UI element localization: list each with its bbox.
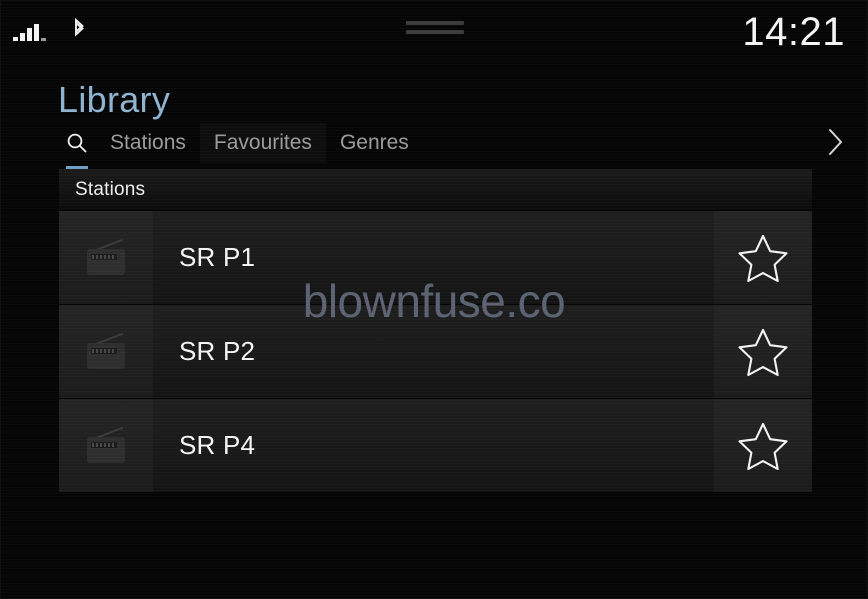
page-title: Library bbox=[58, 79, 171, 120]
search-icon bbox=[67, 133, 87, 153]
station-icon-cell bbox=[59, 211, 153, 304]
star-outline-icon bbox=[738, 328, 788, 376]
tab-search[interactable] bbox=[58, 123, 96, 169]
tab-stations[interactable]: Stations bbox=[96, 123, 200, 163]
tab-genres[interactable]: Genres bbox=[326, 123, 423, 163]
stations-list-panel: Stations SR P1 SR P2 SR P4 bbox=[59, 169, 812, 494]
status-clock: 14:21 bbox=[742, 10, 845, 54]
favourite-toggle[interactable] bbox=[714, 305, 812, 398]
list-section-title: Stations bbox=[75, 178, 146, 200]
list-section-header: Stations bbox=[59, 169, 812, 211]
favourite-toggle[interactable] bbox=[714, 399, 812, 492]
signal-bars-icon bbox=[13, 21, 46, 41]
station-name-cell: SR P4 bbox=[153, 399, 714, 492]
radio-icon bbox=[87, 238, 125, 275]
station-icon-cell bbox=[59, 305, 153, 398]
station-name-cell: SR P2 bbox=[153, 305, 714, 398]
table-row[interactable]: SR P4 bbox=[59, 399, 812, 492]
tab-bar: Stations Favourites Genres bbox=[58, 121, 423, 169]
chevron-right-icon[interactable] bbox=[825, 125, 847, 159]
tab-favourites[interactable]: Favourites bbox=[199, 123, 326, 163]
station-name: SR P1 bbox=[179, 242, 256, 272]
table-row[interactable]: SR P1 bbox=[59, 211, 812, 305]
station-name-cell: SR P1 bbox=[153, 211, 714, 304]
star-outline-icon bbox=[738, 234, 788, 282]
favourite-toggle[interactable] bbox=[714, 211, 812, 304]
station-name: SR P4 bbox=[179, 430, 256, 460]
radio-icon bbox=[87, 426, 125, 463]
drag-handle-icon[interactable] bbox=[406, 21, 464, 34]
station-icon-cell bbox=[59, 399, 153, 492]
star-outline-icon bbox=[738, 422, 788, 470]
status-bar: 14:21 bbox=[1, 1, 867, 63]
station-name: SR P2 bbox=[179, 336, 256, 366]
table-row[interactable]: SR P2 bbox=[59, 305, 812, 399]
bluetooth-icon bbox=[71, 17, 87, 42]
infotainment-screen: 14:21 Library Stations Favourites Genres… bbox=[0, 0, 868, 599]
radio-icon bbox=[87, 332, 125, 369]
